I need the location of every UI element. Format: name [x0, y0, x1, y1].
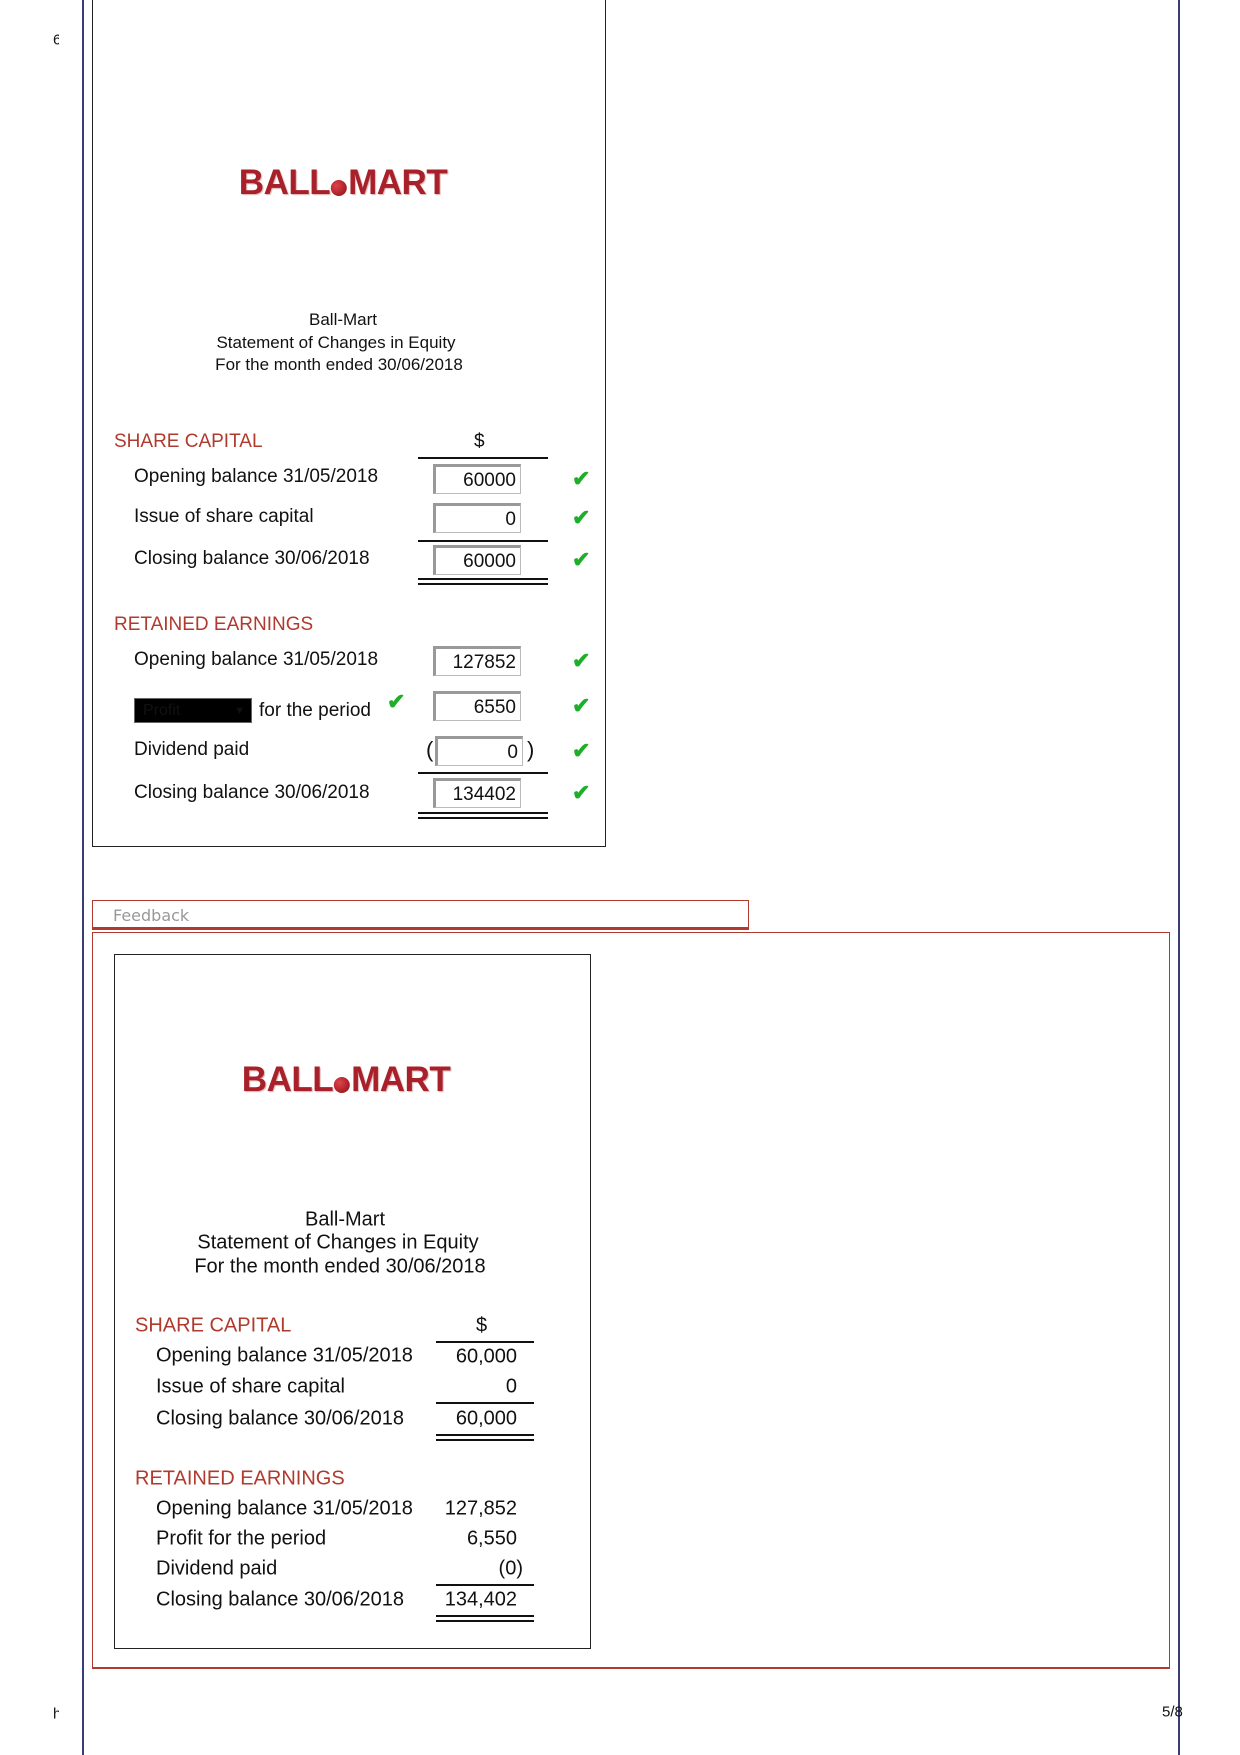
double-underline	[436, 1615, 534, 1622]
divider	[436, 1402, 534, 1404]
dropdown-selected-value: Profit	[143, 702, 181, 719]
divider	[436, 1584, 534, 1586]
retained-earnings-heading: RETAINED EARNINGS	[114, 614, 314, 635]
row-value: (0)	[498, 1557, 523, 1580]
currency-header: $	[476, 1314, 488, 1337]
page-right-border	[1178, 0, 1180, 1755]
retained-earnings-heading: RETAINED EARNINGS	[135, 1467, 345, 1490]
chevron-down-icon: ▼	[234, 705, 245, 717]
row-value: 6,550	[466, 1527, 517, 1550]
row-value: 60,000	[455, 1407, 517, 1430]
check-icon: ✔	[572, 466, 591, 491]
closing-share-capital-input[interactable]: 60000	[433, 545, 521, 575]
page-margin-text: h	[53, 1705, 59, 1723]
feedback-tab-label: Feedback	[113, 906, 190, 925]
check-icon: ✔	[572, 738, 591, 763]
row-label: Dividend paid	[156, 1557, 278, 1580]
ballmart-logo: BALL MART	[241, 1060, 451, 1099]
share-capital-heading: SHARE CAPITAL	[135, 1314, 292, 1337]
page-margin-text: 6	[53, 31, 59, 49]
row-label: Opening balance 31/05/2018	[156, 1497, 413, 1520]
row-value: 134,402	[444, 1588, 517, 1611]
company-name: Ball-Mart	[304, 1208, 386, 1231]
issue-share-capital-input[interactable]: 0	[433, 503, 521, 533]
row-label: Dividend paid	[134, 739, 250, 760]
row-label: Closing balance 30/06/2018	[156, 1407, 404, 1430]
row-label: Closing balance 30/06/2018	[134, 782, 370, 803]
statement-title: Statement of Changes in Equity	[197, 1231, 479, 1254]
row-label: Issue of share capital	[134, 506, 314, 527]
row-label: Opening balance 31/05/2018	[134, 649, 379, 670]
divider	[418, 540, 548, 542]
feedback-tab[interactable]: Feedback	[92, 900, 749, 930]
row-value: 0	[505, 1375, 517, 1398]
closing-retained-earnings-input[interactable]: 134402	[433, 778, 521, 808]
profit-suffix-label: for the period	[259, 700, 371, 721]
close-paren: )	[527, 737, 535, 762]
row-label: Profit for the period	[156, 1527, 327, 1550]
opening-share-capital-input[interactable]: 60000	[433, 464, 521, 494]
statement-period: For the month ended 30/06/2018	[215, 355, 463, 374]
share-capital-heading: SHARE CAPITAL	[114, 431, 263, 452]
double-underline	[418, 812, 548, 819]
row-value: 60,000	[455, 1345, 517, 1368]
opening-retained-earnings-input[interactable]: 127852	[433, 646, 521, 676]
check-icon: ✔	[572, 780, 591, 805]
statement-title: Statement of Changes in Equity	[216, 333, 456, 352]
divider	[418, 772, 548, 774]
profit-input[interactable]: 6550	[433, 691, 521, 721]
check-icon: ✔	[572, 693, 591, 718]
row-label: Closing balance 30/06/2018	[134, 548, 370, 569]
currency-header: $	[474, 431, 485, 452]
check-icon: ✔	[572, 505, 591, 530]
row-label: Closing balance 30/06/2018	[156, 1588, 404, 1611]
row-value: 127,852	[444, 1497, 517, 1520]
check-icon: ✔	[387, 689, 406, 714]
double-underline	[436, 1434, 534, 1441]
double-underline	[418, 578, 548, 585]
statement-period: For the month ended 30/06/2018	[194, 1255, 486, 1278]
divider	[436, 1341, 534, 1343]
page-number: 5/8	[1162, 1703, 1183, 1721]
row-label: Issue of share capital	[156, 1375, 345, 1398]
dividend-input[interactable]: 0	[435, 736, 523, 766]
open-paren: (	[426, 737, 434, 762]
ballmart-logo: BALL MART	[238, 163, 448, 202]
page-left-border	[82, 0, 84, 1755]
check-icon: ✔	[572, 648, 591, 673]
row-label: Opening balance 31/05/2018	[156, 1344, 413, 1367]
profit-loss-dropdown[interactable]: Profit ▼	[134, 698, 252, 723]
divider	[418, 457, 548, 459]
row-label: Opening balance 31/05/2018	[134, 466, 379, 487]
company-name: Ball-Mart	[308, 310, 378, 329]
check-icon: ✔	[572, 547, 591, 572]
